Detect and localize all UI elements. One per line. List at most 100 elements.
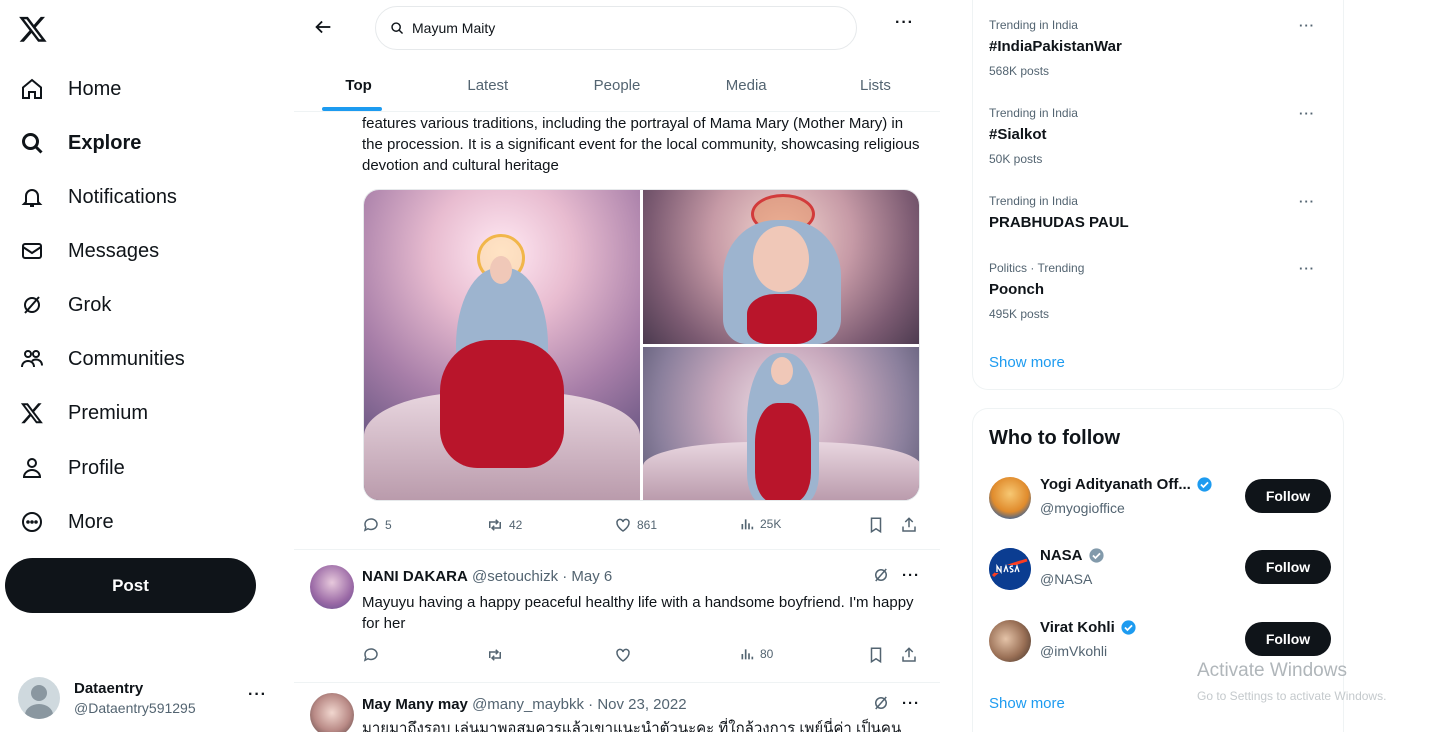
like-button[interactable]: [614, 646, 637, 664]
avatar[interactable]: [989, 477, 1031, 519]
post-button[interactable]: Post: [5, 558, 256, 613]
reply-button[interactable]: 5: [362, 516, 392, 534]
author-handle-date[interactable]: @many_maybkk · Nov 23, 2022: [472, 696, 687, 713]
share-button[interactable]: [900, 646, 923, 664]
post-image[interactable]: [364, 190, 640, 500]
grok-icon[interactable]: [872, 566, 890, 584]
follow-button[interactable]: Follow: [1245, 479, 1331, 513]
post-text: features various traditions, including t…: [362, 115, 920, 174]
nav-item-home[interactable]: Home: [18, 69, 121, 109]
share-button[interactable]: [900, 516, 923, 534]
trend-title: #IndiaPakistanWar: [989, 38, 1122, 55]
nav-label: Home: [68, 77, 122, 100]
account-name[interactable]: Yogi Adityanath Off...: [1040, 476, 1191, 493]
post-item[interactable]: NANI DAKARA @setouchizk · May 6 ··· Mayu…: [294, 550, 940, 682]
reply-button[interactable]: [362, 646, 385, 664]
trend-item[interactable]: Politics · Trending Poonch 495K posts ··…: [989, 261, 1329, 321]
bookmark-button[interactable]: [867, 646, 890, 664]
trend-title: Poonch: [989, 281, 1044, 298]
activate-windows-watermark: Activate Windows: [1197, 660, 1347, 681]
search-input[interactable]: [412, 20, 812, 36]
tab-latest[interactable]: Latest: [423, 62, 552, 111]
tab-top[interactable]: Top: [294, 62, 423, 111]
account-name[interactable]: Virat Kohli: [1040, 619, 1115, 636]
person-icon: [18, 454, 46, 482]
avatar[interactable]: [310, 693, 354, 732]
trend-item[interactable]: Trending in India PRABHUDAS PAUL ···: [989, 194, 1329, 231]
nav-label: Premium: [68, 401, 149, 424]
analytics-icon: [741, 649, 754, 660]
left-navigation: Home Explore Notifications Messages Grok…: [0, 0, 270, 732]
avatar[interactable]: [989, 620, 1031, 662]
trend-count: 568K posts: [989, 64, 1050, 78]
reply-icon: [363, 518, 378, 532]
follow-button[interactable]: Follow: [1245, 622, 1331, 656]
trends-panel: Trending in India #IndiaPakistanWar 568K…: [972, 0, 1344, 390]
more-dots-icon[interactable]: ···: [248, 686, 267, 704]
author-name[interactable]: NANI DAKARA: [362, 568, 468, 585]
repost-button[interactable]: 42: [486, 516, 522, 534]
follow-button[interactable]: Follow: [1245, 550, 1331, 584]
account-handle: @NASA: [1040, 571, 1093, 587]
more-dots-icon[interactable]: ···: [1299, 18, 1315, 33]
follow-suggestion[interactable]: NASA @NASA Follow: [989, 544, 1331, 594]
nav-label: Explore: [68, 131, 142, 154]
avatar[interactable]: [310, 565, 354, 609]
follow-suggestion[interactable]: Yogi Adityanath Off... @myogioffice Foll…: [989, 473, 1331, 523]
trend-count: 50K posts: [989, 152, 1043, 166]
more-dots-icon[interactable]: ···: [1299, 106, 1315, 121]
nav-label: Communities: [68, 347, 185, 370]
trend-title: #Sialkot: [989, 126, 1047, 143]
trend-item[interactable]: Trending in India #IndiaPakistanWar 568K…: [989, 18, 1329, 78]
x-logo-icon[interactable]: [18, 14, 48, 44]
tab-people[interactable]: People: [552, 62, 681, 111]
account-name[interactable]: NASA: [1040, 547, 1083, 564]
post-item[interactable]: May Many may @many_maybkk · Nov 23, 2022…: [294, 683, 940, 732]
search-box: [375, 6, 857, 50]
bookmark-button[interactable]: [867, 516, 890, 534]
account-switcher[interactable]: Dataentry @Dataentry591295 ···: [18, 672, 273, 724]
more-dots-icon[interactable]: ···: [1299, 194, 1315, 209]
nav-label: Grok: [68, 293, 112, 316]
like-button[interactable]: 861: [614, 516, 657, 534]
nav-item-more[interactable]: More: [18, 502, 114, 542]
analytics-icon: [741, 519, 754, 530]
grok-icon[interactable]: [872, 694, 890, 712]
post-image[interactable]: [643, 190, 919, 344]
more-dots-icon[interactable]: ···: [902, 567, 920, 584]
tab-lists[interactable]: Lists: [811, 62, 940, 111]
post-media-grid[interactable]: [363, 189, 920, 501]
more-dots-icon[interactable]: ···: [895, 14, 914, 32]
nav-item-grok[interactable]: Grok: [18, 285, 111, 325]
trend-item[interactable]: Trending in India #Sialkot 50K posts ···: [989, 106, 1329, 166]
nav-item-explore[interactable]: Explore: [18, 123, 141, 163]
nasa-logo-icon[interactable]: [989, 548, 1031, 590]
author-name[interactable]: May Many may: [362, 696, 468, 713]
nav-item-premium[interactable]: Premium: [18, 393, 148, 433]
follow-suggestion[interactable]: Virat Kohli @imVkohli Follow: [989, 616, 1331, 666]
nav-label: Profile: [68, 456, 125, 479]
nav-item-profile[interactable]: Profile: [18, 448, 125, 488]
verified-badge-icon: [1088, 548, 1104, 563]
back-arrow-icon[interactable]: [312, 16, 334, 38]
nav-item-notifications[interactable]: Notifications: [18, 177, 177, 217]
views-button[interactable]: 25K: [739, 516, 781, 532]
nav-item-messages[interactable]: Messages: [18, 231, 159, 271]
account-handle: @Dataentry591295: [74, 700, 196, 716]
reply-icon: [363, 648, 378, 662]
main-column: ··· Top Latest People Media Lists featur…: [294, 0, 940, 732]
x-logo-icon: [18, 399, 46, 427]
search-icon: [18, 129, 46, 157]
author-handle-date[interactable]: @setouchizk · May 6: [472, 568, 612, 585]
repost-button[interactable]: [486, 646, 509, 664]
trends-show-more-link[interactable]: Show more: [989, 354, 1065, 371]
post-text: มายุมาถึงรอบ เล่นมาพอสมควรแล้วเขาแนะนำตั…: [362, 720, 902, 732]
home-icon: [18, 75, 46, 103]
post-image[interactable]: [643, 347, 919, 500]
more-dots-icon[interactable]: ···: [1299, 261, 1315, 276]
views-button[interactable]: 80: [739, 646, 773, 662]
follow-show-more-link[interactable]: Show more: [989, 695, 1065, 712]
tab-media[interactable]: Media: [682, 62, 811, 111]
more-dots-icon[interactable]: ···: [902, 695, 920, 712]
nav-item-communities[interactable]: Communities: [18, 339, 185, 379]
